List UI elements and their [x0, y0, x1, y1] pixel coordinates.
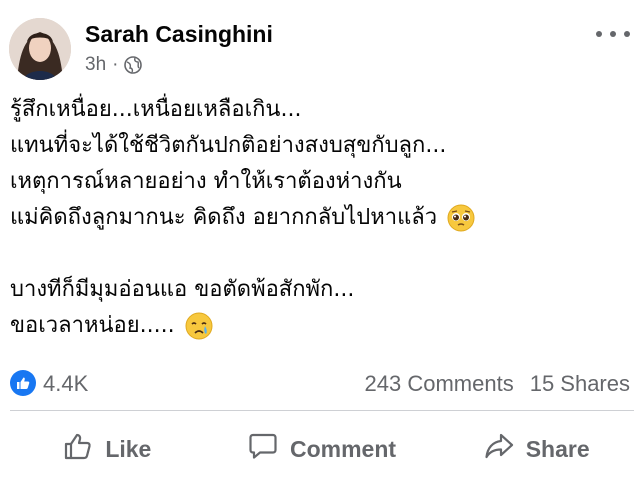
pleading-face-emoji	[447, 204, 475, 232]
post-line: รู้สึกเหนื่อย...เหนื่อยเหลือเกิน...	[10, 97, 302, 122]
like-label: Like	[105, 435, 152, 462]
comment-label: Comment	[289, 435, 397, 462]
author-name[interactable]: Sarah Casinghini	[85, 21, 273, 48]
like-button[interactable]: Like	[0, 420, 215, 478]
divider	[10, 410, 634, 411]
more-options-button[interactable]	[596, 24, 630, 44]
meta-separator: ·	[112, 54, 119, 75]
avatar[interactable]	[9, 18, 71, 80]
comment-bubble-icon	[248, 431, 278, 467]
crying-face-emoji	[185, 312, 213, 340]
globe-icon[interactable]	[124, 56, 143, 74]
share-count[interactable]: 15 Shares	[530, 371, 630, 397]
post-line: แทนที่จะได้ใช้ชีวิตกันปกติอย่างสงบสุขกับ…	[10, 133, 447, 158]
post-text: รู้สึกเหนื่อย...เหนื่อยเหลือเกิน... แทนท…	[10, 92, 630, 344]
post-line: เหตุการณ์หลายอย่าง ทำให้เราต้องห่างกัน	[10, 169, 402, 194]
share-arrow-icon	[484, 431, 514, 467]
post-line: ขอเวลาหน่อย.....	[10, 308, 630, 344]
comment-count[interactable]: 243 Comments	[365, 371, 514, 397]
share-label: Share	[525, 435, 590, 462]
like-count[interactable]: 4.4K	[43, 371, 88, 397]
thumbs-up-icon	[63, 431, 93, 467]
share-button[interactable]: Share	[429, 420, 644, 478]
post-header: Sarah Casinghini 3h ·	[0, 0, 644, 90]
action-bar: Like Comment Share	[0, 420, 644, 478]
post-line: บางทีก็มีมุมอ่อนแอ ขอตัดพ้อสักพัก...	[10, 277, 355, 302]
like-reaction-icon[interactable]	[10, 370, 36, 396]
comment-button[interactable]: Comment	[215, 420, 430, 478]
engagement-counts: 243 Comments 15 Shares	[365, 371, 630, 397]
more-dots-icon	[596, 31, 602, 37]
post-stats: 4.4K 243 Comments 15 Shares	[0, 366, 644, 402]
post-time[interactable]: 3h	[85, 54, 106, 76]
post-meta: 3h ·	[85, 54, 143, 76]
post-line: แม่คิดถึงลูกมากนะ คิดถึง อยากกลับไปหาแล้…	[10, 200, 630, 236]
